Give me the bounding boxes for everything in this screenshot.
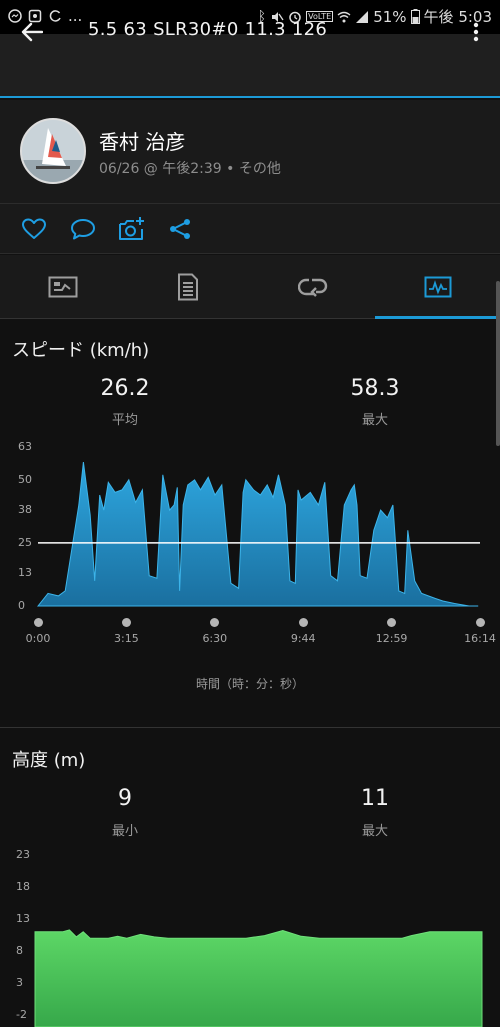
camera-plus-icon (119, 217, 144, 240)
x-tick-dot (387, 618, 397, 627)
tab-laps[interactable] (250, 255, 375, 319)
arrow-left-icon (21, 22, 43, 42)
max-elevation-label: 最大 (361, 824, 388, 839)
charts-icon (424, 276, 451, 298)
avatar[interactable] (20, 118, 86, 184)
more-options-button[interactable] (466, 16, 486, 48)
section-divider (0, 727, 500, 728)
activity-date: 06/26 @ 午後2:39 • その他 (99, 161, 281, 177)
battery-percent: 51% (373, 7, 407, 26)
x-tick-label: 0:00 (25, 632, 51, 645)
x-tick-label: 6:30 (202, 632, 228, 645)
elevation-chart (34, 929, 483, 1027)
comment-button[interactable] (68, 214, 98, 244)
max-elevation-value: 11 (361, 786, 389, 811)
details-icon (177, 273, 198, 301)
speed-chart (36, 462, 480, 607)
max-speed-label: 最大 (361, 413, 388, 428)
summary-icon (48, 276, 77, 298)
windsurf-photo (22, 120, 84, 182)
x-tick-dot (475, 618, 485, 627)
like-button[interactable] (19, 214, 49, 244)
elevation-section-title: 高度 (m) (12, 750, 86, 771)
min-elevation-value: 9 (118, 786, 132, 811)
x-tick-label: 16:14 (464, 632, 496, 645)
min-elevation-label: 最小 (111, 824, 138, 839)
avg-speed-label: 平均 (111, 413, 138, 428)
speed-x-axis-caption: 時間（時：分：秒） (195, 677, 304, 691)
tab-details[interactable] (125, 255, 250, 319)
max-speed-value: 58.3 (350, 376, 400, 401)
tab-charts[interactable] (375, 255, 500, 319)
laps-icon (297, 278, 327, 297)
battery-icon (410, 9, 420, 24)
heart-icon (22, 218, 46, 239)
wifi-icon (337, 11, 351, 22)
activity-title: 5.5 63 SLR30#0 11.3 126 (88, 19, 328, 40)
share-icon (170, 219, 190, 239)
speed-section-title: スピード (km/h) (12, 340, 150, 361)
app-bar (0, 34, 500, 98)
signal-icon (356, 10, 369, 23)
tab-summary[interactable] (0, 255, 125, 319)
user-name[interactable]: 香村 治彦 (99, 126, 185, 155)
x-tick-dot (298, 618, 308, 627)
avg-speed-value: 26.2 (100, 376, 150, 401)
x-tick-label: 12:59 (375, 632, 408, 645)
x-tick-label: 3:15 (114, 632, 139, 645)
add-photo-button[interactable] (117, 214, 147, 244)
x-tick-dot (121, 618, 131, 627)
more-vertical-icon (473, 22, 479, 42)
x-tick-dot (33, 618, 43, 627)
speed-area-series (36, 462, 479, 607)
share-button[interactable] (165, 214, 195, 244)
x-tick-dot (210, 618, 220, 627)
x-tick-label: 9:44 (290, 632, 316, 645)
status-overflow: ... (68, 7, 83, 25)
elevation-area-series (34, 929, 483, 1027)
back-button[interactable] (14, 16, 50, 48)
scrollbar[interactable] (496, 281, 500, 446)
comment-icon (71, 219, 95, 240)
sync-icon (49, 10, 61, 22)
active-tab-indicator (375, 316, 500, 319)
